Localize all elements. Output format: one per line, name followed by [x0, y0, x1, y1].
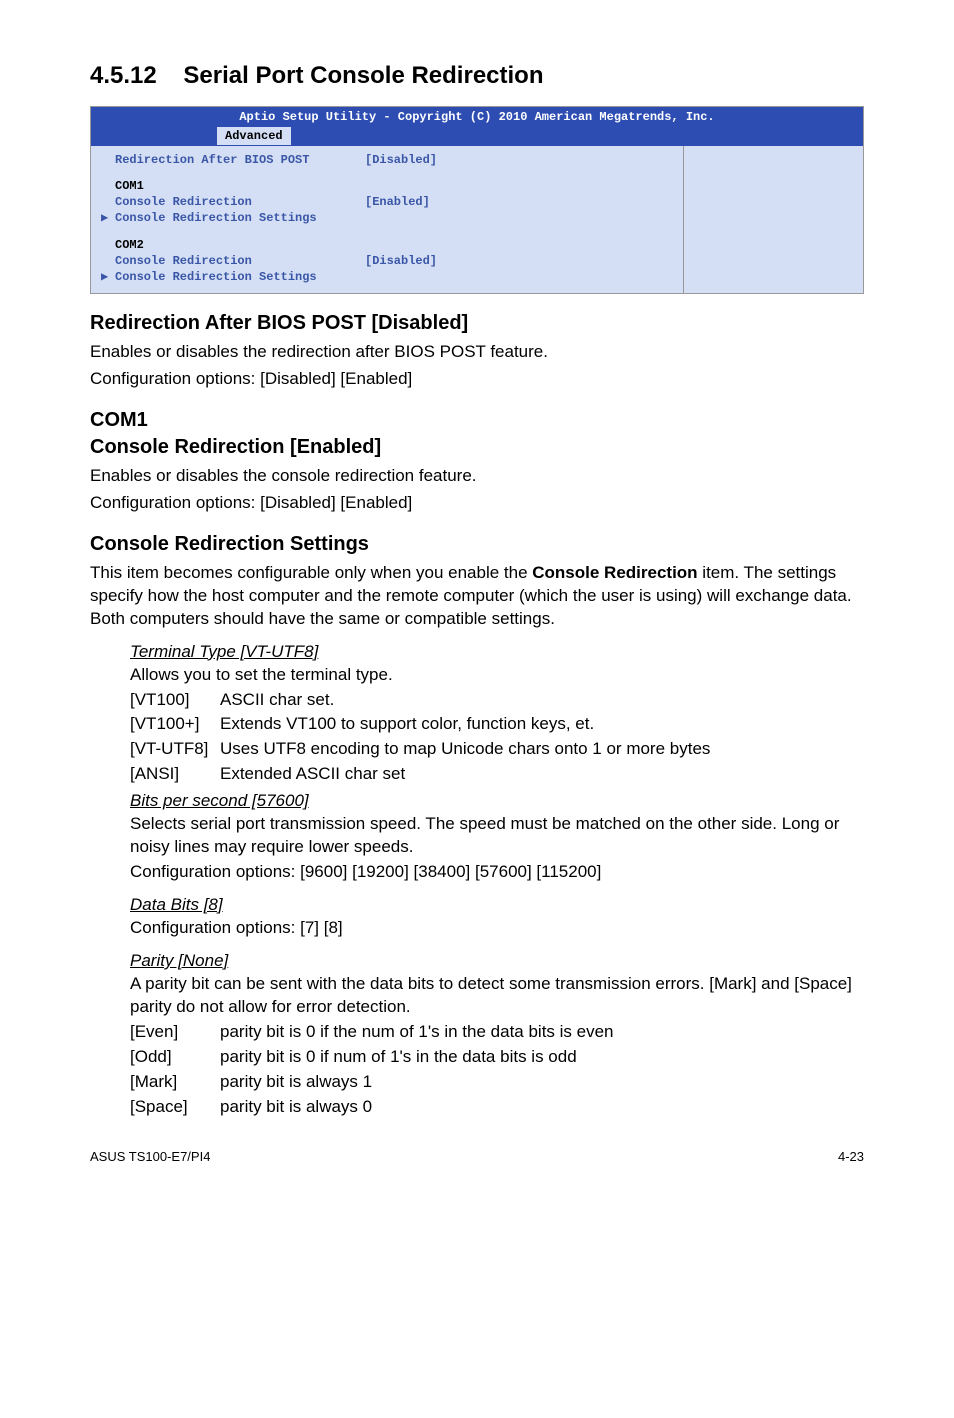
option-key: [VT-UTF8]: [130, 738, 220, 761]
para: Allows you to set the terminal type.: [130, 664, 864, 687]
option-desc: ASCII char set.: [220, 689, 864, 712]
heading-console-redirection: Console Redirection [Enabled]: [90, 434, 864, 461]
option-row: [VT100+] Extends VT100 to support color,…: [130, 713, 864, 736]
bios-row-com1: COM1: [91, 178, 683, 194]
para: A parity bit can be sent with the data b…: [130, 973, 864, 1019]
bios-row-com2-settings: ▶ Console Redirection Settings: [91, 269, 683, 285]
bios-left-pane: Redirection After BIOS POST [Disabled] C…: [91, 146, 683, 293]
bios-label: Console Redirection Settings: [115, 269, 365, 285]
option-desc: parity bit is always 0: [220, 1096, 864, 1119]
option-key: [Even]: [130, 1021, 220, 1044]
section-number: 4.5.12: [90, 62, 157, 89]
para: Configuration options: [7] [8]: [130, 917, 864, 940]
option-row: [Mark] parity bit is always 1: [130, 1071, 864, 1094]
para: Configuration options: [Disabled] [Enabl…: [90, 492, 864, 515]
bios-label: Console Redirection: [115, 253, 365, 269]
option-row: [Even] parity bit is 0 if the num of 1's…: [130, 1021, 864, 1044]
option-key: [Mark]: [130, 1071, 220, 1094]
bios-value: [Disabled]: [365, 253, 673, 269]
bios-header-title: Aptio Setup Utility - Copyright (C) 2010…: [91, 107, 863, 125]
option-row: [Space] parity bit is always 0: [130, 1096, 864, 1119]
bios-value: [Disabled]: [365, 152, 673, 168]
option-key: [ANSI]: [130, 763, 220, 786]
subhead-bits-per-second: Bits per second [57600]: [130, 790, 864, 813]
section-heading: Serial Port Console Redirection: [183, 62, 543, 89]
para: Enables or disables the redirection afte…: [90, 341, 864, 364]
subhead-parity: Parity [None]: [130, 950, 864, 973]
text: This item becomes configurable only when…: [90, 563, 532, 582]
heading-console-redirection-settings: Console Redirection Settings: [90, 531, 864, 558]
bios-header: Aptio Setup Utility - Copyright (C) 2010…: [91, 107, 863, 145]
option-key: [VT100]: [130, 689, 220, 712]
option-row: [VT100] ASCII char set.: [130, 689, 864, 712]
bios-row-com2-cr: Console Redirection [Disabled]: [91, 253, 683, 269]
option-key: [VT100+]: [130, 713, 220, 736]
option-key: [Space]: [130, 1096, 220, 1119]
bios-label: COM2: [115, 237, 365, 253]
option-row: [VT-UTF8] Uses UTF8 encoding to map Unic…: [130, 738, 864, 761]
option-key: [Odd]: [130, 1046, 220, 1069]
footer-right: 4-23: [838, 1148, 864, 1166]
option-row: [ANSI] Extended ASCII char set: [130, 763, 864, 786]
heading-redirection-after-post: Redirection After BIOS POST [Disabled]: [90, 310, 864, 337]
bios-row-redirection-after-post: Redirection After BIOS POST [Disabled]: [91, 152, 683, 168]
para: Configuration options: [Disabled] [Enabl…: [90, 368, 864, 391]
bios-label: Console Redirection: [115, 194, 365, 210]
para: Configuration options: [9600] [19200] [3…: [130, 861, 864, 884]
section-title: 4.5.12 Serial Port Console Redirection: [90, 60, 864, 92]
bold-text: Console Redirection: [532, 563, 697, 582]
bios-row-com1-settings: ▶ Console Redirection Settings: [91, 210, 683, 226]
bios-label: Redirection After BIOS POST: [115, 152, 365, 168]
heading-com1: COM1: [90, 407, 864, 434]
bios-help-pane: [683, 146, 863, 293]
bios-row-com1-cr: Console Redirection [Enabled]: [91, 194, 683, 210]
option-row: [Odd] parity bit is 0 if num of 1's in t…: [130, 1046, 864, 1069]
option-desc: Extends VT100 to support color, function…: [220, 713, 864, 736]
bios-tab-advanced: Advanced: [216, 126, 292, 146]
para: Enables or disables the console redirect…: [90, 465, 864, 488]
option-desc: Extended ASCII char set: [220, 763, 864, 786]
option-desc: parity bit is 0 if num of 1's in the dat…: [220, 1046, 864, 1069]
para: This item becomes configurable only when…: [90, 562, 864, 631]
bios-label: Console Redirection Settings: [115, 210, 365, 226]
option-desc: parity bit is always 1: [220, 1071, 864, 1094]
option-desc: parity bit is 0 if the num of 1's in the…: [220, 1021, 864, 1044]
submenu-arrow-icon: ▶: [101, 269, 115, 285]
bios-tab-row: Advanced: [91, 126, 863, 146]
bios-row-com2: COM2: [91, 237, 683, 253]
subhead-data-bits: Data Bits [8]: [130, 894, 864, 917]
submenu-arrow-icon: ▶: [101, 210, 115, 226]
para: Selects serial port transmission speed. …: [130, 813, 864, 859]
footer-left: ASUS TS100-E7/PI4: [90, 1148, 210, 1166]
bios-body: Redirection After BIOS POST [Disabled] C…: [91, 146, 863, 293]
bios-value: [Enabled]: [365, 194, 673, 210]
page-footer: ASUS TS100-E7/PI4 4-23: [90, 1148, 864, 1166]
option-desc: Uses UTF8 encoding to map Unicode chars …: [220, 738, 864, 761]
subhead-terminal-type: Terminal Type [VT-UTF8]: [130, 641, 864, 664]
bios-screenshot: Aptio Setup Utility - Copyright (C) 2010…: [90, 106, 864, 294]
bios-label: COM1: [115, 178, 365, 194]
